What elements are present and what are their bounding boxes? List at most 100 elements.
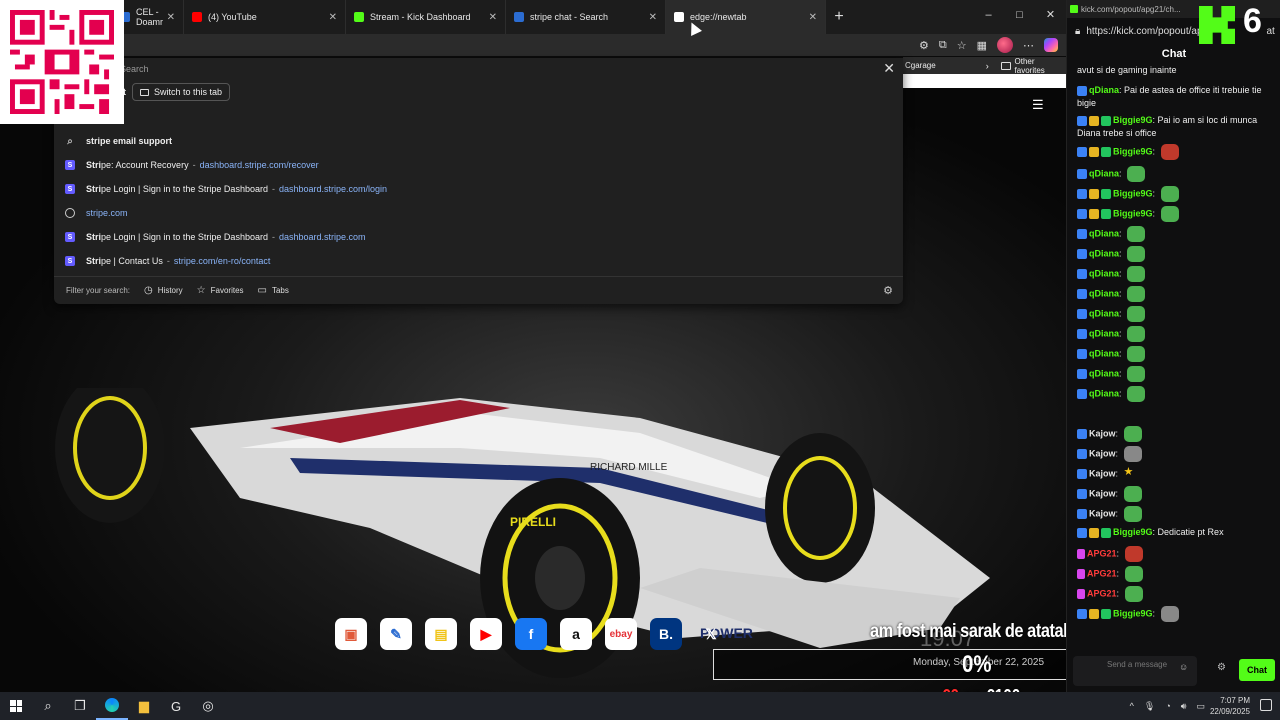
suggestion-item[interactable]: stripe.com [54, 201, 903, 225]
emoji-icon[interactable]: ☺ [1179, 662, 1188, 672]
favorites-bar: Cgarage › Other favorites [903, 57, 1066, 75]
chat-username[interactable]: qDiana [1089, 248, 1119, 258]
chat-username[interactable]: Biggie9G [1113, 208, 1153, 218]
chat-username[interactable]: Biggie9G [1113, 115, 1153, 125]
chat-username[interactable]: Kajow [1089, 488, 1116, 498]
close-tab-icon[interactable]: ✕ [329, 12, 337, 23]
close-tab-icon[interactable]: ✕ [489, 12, 497, 23]
ebay-quicklink-icon[interactable]: ebay [605, 618, 637, 650]
chat-message: Biggie9G: [1077, 606, 1277, 622]
start-button[interactable] [0, 692, 32, 720]
amazon-quicklink-icon[interactable]: a [560, 618, 592, 650]
chat-username[interactable]: qDiana [1089, 348, 1119, 358]
chat-settings-gear-icon[interactable]: ⚙ [1217, 662, 1226, 673]
other-favorites-button[interactable]: Other favorites [1000, 57, 1066, 75]
images-quicklink-icon[interactable]: ▣ [335, 618, 367, 650]
search-icon[interactable]: ⌕ [32, 692, 64, 720]
maximize-button[interactable]: □ [1004, 0, 1035, 30]
hamburger-menu-icon[interactable]: ☰ [1032, 98, 1044, 111]
chat-username[interactable]: Biggie9G [1113, 608, 1153, 618]
more-menu-icon[interactable]: ⋯ [1023, 39, 1034, 52]
chat-username[interactable]: Kajow [1089, 508, 1116, 518]
edge-taskbar-icon[interactable] [96, 692, 128, 720]
suggestion-item[interactable]: S Stri pe: Account Recovery - dashboard.stri… [54, 153, 903, 177]
close-icon[interactable]: ✕ [883, 60, 895, 77]
chat-username[interactable]: Kajow [1089, 468, 1116, 478]
profile-avatar[interactable] [997, 37, 1013, 53]
x-quicklink-icon[interactable]: 𝕏 [695, 618, 727, 650]
chat-username[interactable]: qDiana [1089, 388, 1119, 398]
chat-username[interactable]: qDiana [1089, 308, 1119, 318]
blue-badge-icon [1077, 169, 1087, 179]
tab-label: Stream - Kick Dashboard [370, 12, 471, 22]
favorite-item-cgarage[interactable]: Cgarage [905, 61, 936, 70]
chat-username[interactable]: qDiana [1089, 228, 1119, 238]
extensions-icon[interactable]: ⚙ [919, 39, 929, 52]
blue-badge-icon [1077, 309, 1087, 319]
notifications-icon[interactable] [1260, 699, 1272, 711]
edit-quicklink-icon[interactable]: ✎ [380, 618, 412, 650]
favorites-star-icon[interactable]: ☆ [957, 39, 967, 52]
minimize-button[interactable]: – [973, 0, 1004, 30]
lock-icon: 🔒︎ [1075, 25, 1081, 37]
chat-username[interactable]: qDiana [1089, 85, 1119, 95]
kick-studio-icon[interactable]: G [160, 692, 192, 720]
kick-chat-window: kick.com/popout/apg21/ch... 🔒︎ https://ki… [1066, 0, 1280, 692]
chevron-right-icon[interactable]: › [986, 61, 989, 71]
gold-badge-icon [1089, 527, 1099, 538]
booking-quicklink-icon[interactable]: B. [650, 618, 682, 650]
chat-username[interactable]: Kajow [1089, 428, 1116, 438]
chat-username[interactable]: Biggie9G [1113, 188, 1153, 198]
green-badge-icon [1101, 115, 1111, 126]
chat-username[interactable]: qDiana [1089, 168, 1119, 178]
filter-history-button[interactable]: ◷ History [144, 285, 183, 296]
switch-to-tab-button[interactable]: Switch to this tab [132, 83, 231, 101]
microphone-icon[interactable]: 🎙︎ [1144, 701, 1155, 712]
youtube-quicklink-icon[interactable]: ▶ [470, 618, 502, 650]
gear-icon[interactable]: ⚙ [883, 284, 893, 297]
tab-2[interactable]: Stream - Kick Dashboard ✕ [346, 0, 506, 34]
collections-icon[interactable]: ▦ [977, 39, 987, 52]
suggestion-item[interactable]: ⌕ stri pe email support [54, 129, 903, 153]
file-explorer-icon[interactable]: ▆ [128, 692, 160, 720]
tab-3[interactable]: stripe chat - Search ✕ [506, 0, 666, 34]
filter-tabs-button[interactable]: ▭ Tabs [258, 285, 289, 296]
chat-username[interactable]: Biggie9G [1113, 146, 1153, 156]
chat-message: qDiana: [1077, 166, 1277, 182]
close-tab-icon[interactable]: ✕ [809, 12, 817, 23]
close-tab-icon[interactable]: ✕ [649, 12, 657, 23]
facebook-quicklink-icon[interactable]: f [515, 618, 547, 650]
tray-overflow-icon[interactable]: ^ [1130, 701, 1134, 711]
close-tab-icon[interactable]: ✕ [167, 12, 175, 23]
task-view-icon[interactable]: ❐ [64, 692, 96, 720]
network-icon[interactable]: ◔ [1165, 701, 1170, 711]
search-icon: ⌕ [67, 135, 73, 147]
chat-username[interactable]: qDiana [1089, 328, 1119, 338]
chat-username[interactable]: APG21 [1087, 568, 1117, 578]
chat-username[interactable]: APG21 [1087, 588, 1117, 598]
suggestion-item[interactable]: S Stri pe | Contact Us - stripe.com/en-ro/co… [54, 249, 903, 273]
chat-username[interactable]: qDiana [1089, 368, 1119, 378]
new-tab-button[interactable]: + [826, 8, 852, 26]
suggestion-item[interactable]: S Stri pe Login | Sign in to the Stripe Da… [54, 177, 903, 201]
battery-icon[interactable]: ▭ [1196, 701, 1205, 712]
chat-username[interactable]: Kajow [1089, 448, 1116, 458]
suggestion-item[interactable]: S Stri pe Login | Sign in to the Stripe Da… [54, 225, 903, 249]
close-window-button[interactable]: ✕ [1035, 0, 1066, 30]
notes-quicklink-icon[interactable]: ▤ [425, 618, 457, 650]
copilot-icon[interactable] [1044, 38, 1058, 52]
chat-username[interactable]: Biggie9G [1113, 527, 1153, 537]
chat-username[interactable]: qDiana [1089, 288, 1119, 298]
chat-send-button[interactable]: Chat [1239, 659, 1275, 681]
volume-icon[interactable]: 🔊︎ [1181, 701, 1187, 712]
split-screen-icon[interactable]: ⧉ [939, 39, 947, 52]
filter-favorites-button[interactable]: ☆ Favorites [197, 285, 244, 296]
omnibox-input[interactable]: Search [120, 58, 149, 80]
chat-username[interactable]: qDiana [1089, 268, 1119, 278]
colon: : [1115, 468, 1121, 479]
obs-icon[interactable]: ◎ [192, 692, 224, 720]
chat-username[interactable]: APG21 [1087, 548, 1117, 558]
separator: - [271, 232, 275, 242]
tab-1[interactable]: (4) YouTube ✕ [184, 0, 346, 34]
taskbar-clock[interactable]: 7:07 PM 22/09/2025 [1210, 695, 1250, 717]
